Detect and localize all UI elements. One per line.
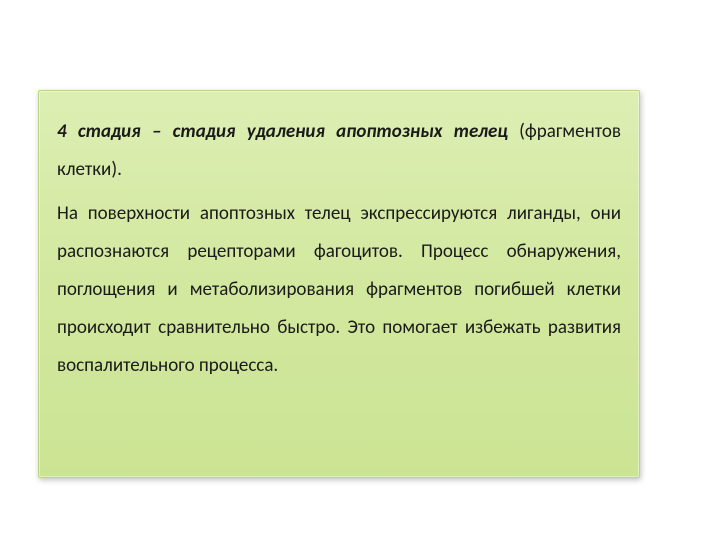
stage-title-emphasis: 4 стадия – стадия удаления апоптозных те… xyxy=(57,120,508,143)
slide-card: 4 стадия – стадия удаления апоптозных те… xyxy=(38,90,640,478)
stage-title-paragraph: 4 стадия – стадия удаления апоптозных те… xyxy=(57,113,621,189)
stage-body-paragraph: На поверхности апоптозных телец экспресс… xyxy=(57,195,621,385)
